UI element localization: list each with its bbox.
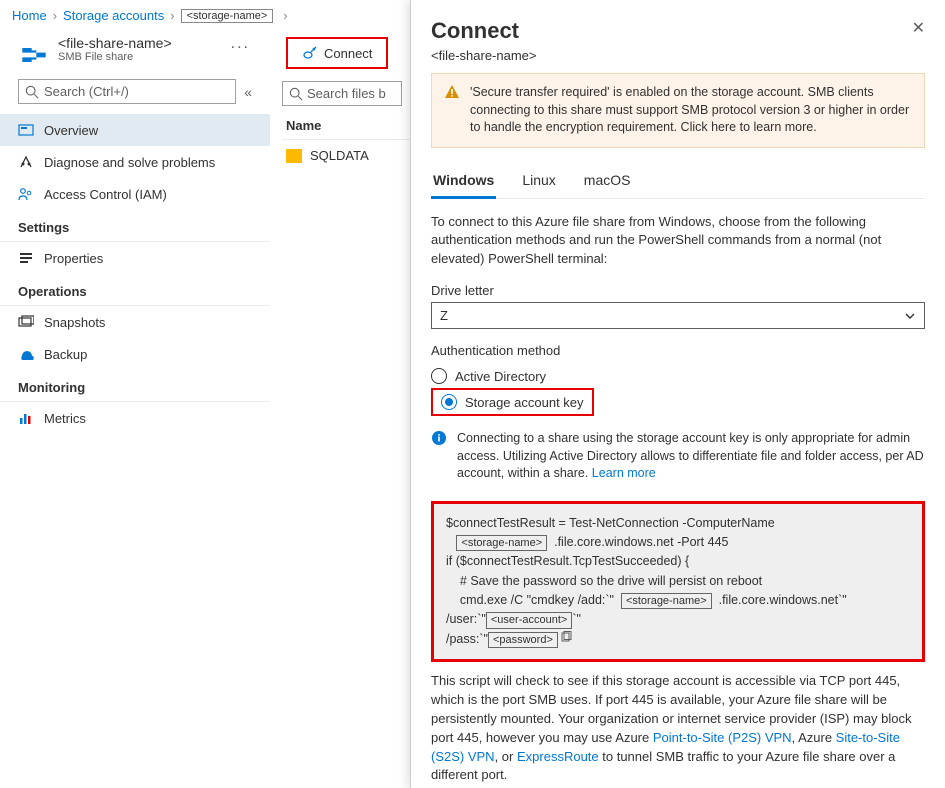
search-input[interactable]: Search (Ctrl+/) — [18, 79, 236, 104]
metrics-icon — [18, 410, 34, 426]
chevron-right-icon: › — [53, 8, 57, 23]
search-icon — [289, 87, 303, 101]
resource-header: <file-share-name> SMB File share ... — [0, 31, 270, 79]
chevron-right-icon: › — [170, 8, 174, 23]
nav-monitoring-header: Monitoring — [0, 370, 270, 402]
files-search-input[interactable]: Search files b — [282, 81, 402, 106]
nav-snapshots-label: Snapshots — [44, 315, 105, 330]
chevron-down-icon — [904, 310, 916, 322]
tab-macos[interactable]: macOS — [582, 166, 633, 198]
placeholder-storage-name: <storage-name> — [621, 593, 712, 609]
collapse-left-pane[interactable]: « — [244, 84, 252, 100]
page-title: <file-share-name> — [58, 35, 231, 51]
connect-button-label: Connect — [324, 46, 372, 61]
file-share-icon — [20, 41, 48, 69]
auth-storage-key-radio[interactable]: Storage account key — [431, 388, 594, 416]
nav-overview[interactable]: Overview — [0, 114, 270, 146]
nav-overview-label: Overview — [44, 123, 98, 138]
nav-diagnose-label: Diagnose and solve problems — [44, 155, 215, 170]
connect-panel: Connect ✕ <file-share-name> 'Secure tran… — [410, 0, 945, 788]
drive-letter-label: Drive letter — [431, 283, 925, 298]
auth-active-directory-radio[interactable]: Active Directory — [431, 364, 925, 388]
info-icon — [431, 430, 447, 446]
nav-snapshots[interactable]: Snapshots — [0, 306, 270, 338]
drive-letter-select[interactable]: Z — [431, 302, 925, 329]
copy-icon[interactable] — [560, 630, 572, 649]
nav-backup[interactable]: Backup — [0, 338, 270, 370]
placeholder-storage-name: <storage-name> — [456, 535, 547, 551]
breadcrumb-home[interactable]: Home — [12, 8, 47, 23]
overview-icon — [18, 122, 34, 138]
intro-text: To connect to this Azure file share from… — [431, 213, 925, 270]
nav-properties[interactable]: Properties — [0, 242, 270, 274]
panel-subtitle: <file-share-name> — [431, 48, 925, 63]
backup-icon — [18, 346, 34, 362]
page-subtitle: SMB File share — [58, 51, 231, 63]
info-text: Connecting to a share using the storage … — [457, 431, 924, 480]
placeholder-user-account: <user-account> — [486, 612, 572, 628]
nav-backup-label: Backup — [44, 347, 87, 362]
close-icon[interactable]: ✕ — [912, 18, 925, 38]
powershell-script[interactable]: $connectTestResult = Test-NetConnection … — [431, 501, 925, 663]
nav-diagnose[interactable]: Diagnose and solve problems — [0, 146, 270, 178]
breadcrumb-storage-accounts[interactable]: Storage accounts — [63, 8, 164, 23]
drive-letter-value: Z — [440, 308, 448, 323]
breadcrumb-storage-name: <storage-name> — [181, 9, 274, 23]
radio-icon — [431, 368, 447, 384]
folder-icon — [286, 149, 302, 163]
secure-transfer-warning[interactable]: 'Secure transfer required' is enabled on… — [431, 73, 925, 148]
radio-icon — [441, 394, 457, 410]
nav-metrics-label: Metrics — [44, 411, 86, 426]
tab-windows[interactable]: Windows — [431, 166, 496, 199]
nav-operations-header: Operations — [0, 274, 270, 306]
expressroute-link[interactable]: ExpressRoute — [517, 749, 599, 764]
warning-icon — [444, 84, 460, 100]
access-control-icon — [18, 186, 34, 202]
connect-button[interactable]: Connect — [286, 37, 388, 69]
diagnose-icon — [18, 154, 34, 170]
script-description: This script will check to see if this st… — [431, 672, 925, 785]
auth-method-label: Authentication method — [431, 343, 925, 358]
nav-metrics[interactable]: Metrics — [0, 402, 270, 434]
search-placeholder: Search (Ctrl+/) — [44, 84, 129, 99]
nav-properties-label: Properties — [44, 251, 103, 266]
connect-icon — [302, 45, 318, 61]
snapshots-icon — [18, 314, 34, 330]
placeholder-password: <password> — [488, 632, 558, 648]
auth-key-label: Storage account key — [465, 395, 584, 410]
panel-title: Connect — [431, 18, 519, 44]
warning-text: 'Secure transfer required' is enabled on… — [470, 84, 912, 137]
learn-more-link[interactable]: Learn more — [592, 466, 656, 480]
properties-icon — [18, 250, 34, 266]
nav-access-control[interactable]: Access Control (IAM) — [0, 178, 270, 210]
chevron-right-icon: › — [283, 8, 287, 23]
storage-key-info: Connecting to a share using the storage … — [431, 430, 925, 483]
files-search-placeholder: Search files b — [307, 86, 386, 101]
p2s-vpn-link[interactable]: Point-to-Site (P2S) VPN — [653, 730, 792, 745]
files-row-name: SQLDATA — [310, 148, 369, 163]
more-button[interactable]: ... — [231, 35, 250, 53]
os-tabs: Windows Linux macOS — [431, 166, 925, 199]
tab-linux[interactable]: Linux — [520, 166, 557, 198]
nav-access-label: Access Control (IAM) — [44, 187, 167, 202]
search-icon — [25, 85, 39, 99]
nav-settings-header: Settings — [0, 210, 270, 242]
auth-ad-label: Active Directory — [455, 369, 546, 384]
